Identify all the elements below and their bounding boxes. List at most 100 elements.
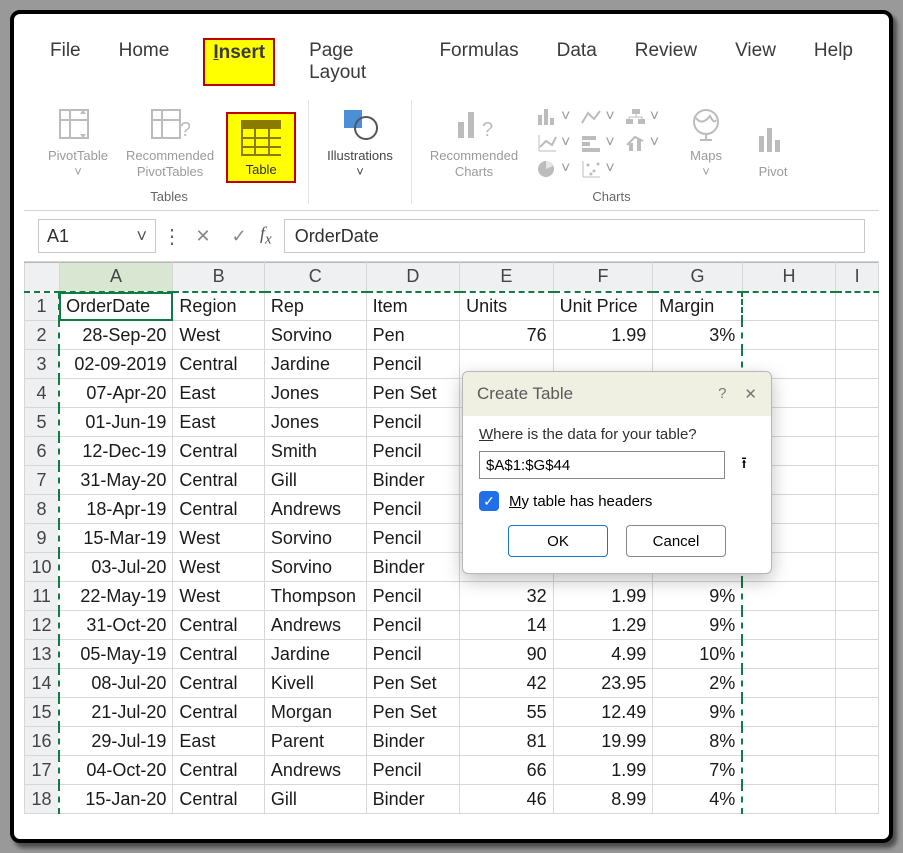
cell[interactable] xyxy=(836,495,879,524)
cell[interactable]: 08-Jul-20 xyxy=(59,669,173,698)
cell[interactable] xyxy=(836,350,879,379)
cell[interactable]: East xyxy=(173,379,265,408)
cell[interactable]: 81 xyxy=(460,727,554,756)
cell[interactable]: Jones xyxy=(264,408,366,437)
row-header[interactable]: 17 xyxy=(25,756,60,785)
cell[interactable] xyxy=(742,698,836,727)
tab-file[interactable]: File xyxy=(46,38,85,86)
cell[interactable]: 01-Jun-19 xyxy=(59,408,173,437)
tab-review[interactable]: Review xyxy=(631,38,701,86)
cell[interactable]: Binder xyxy=(366,553,460,582)
cell[interactable] xyxy=(742,640,836,669)
scatter-chart-button[interactable]: ˅ xyxy=(536,133,570,153)
cell[interactable]: Pencil xyxy=(366,611,460,640)
cell[interactable]: Central xyxy=(173,698,265,727)
tab-help[interactable]: Help xyxy=(810,38,857,86)
cell[interactable]: Andrews xyxy=(264,495,366,524)
col-header-D[interactable]: D xyxy=(366,263,460,292)
row-header[interactable]: 12 xyxy=(25,611,60,640)
cell[interactable]: Jardine xyxy=(264,640,366,669)
cell[interactable]: 15-Jan-20 xyxy=(59,785,173,814)
cell[interactable] xyxy=(836,379,879,408)
col-header-C[interactable]: C xyxy=(264,263,366,292)
cell[interactable]: 76 xyxy=(460,321,554,350)
cell[interactable]: 15-Mar-19 xyxy=(59,524,173,553)
cell[interactable]: Sorvino xyxy=(264,524,366,553)
cell[interactable]: East xyxy=(173,408,265,437)
cell[interactable]: 31-May-20 xyxy=(59,466,173,495)
collapse-dialog-icon[interactable]: ⭱ xyxy=(733,452,755,479)
col-header-I[interactable]: I xyxy=(836,263,879,292)
cell[interactable]: Central xyxy=(173,669,265,698)
illustrations-button[interactable]: Illustrations ˅ xyxy=(321,100,399,183)
cell[interactable] xyxy=(836,669,879,698)
cell[interactable] xyxy=(742,321,836,350)
fx-icon[interactable]: fx xyxy=(260,223,272,249)
table-row[interactable]: 1704-Oct-20CentralAndrewsPencil661.997% xyxy=(25,756,879,785)
cell[interactable] xyxy=(836,466,879,495)
table-row[interactable]: 1231-Oct-20CentralAndrewsPencil141.299% xyxy=(25,611,879,640)
bar-chart-button[interactable]: ˅ xyxy=(580,133,614,153)
col-header-E[interactable]: E xyxy=(460,263,554,292)
header-cell[interactable]: Item xyxy=(366,292,460,321)
table-range-input[interactable] xyxy=(479,451,725,479)
header-cell[interactable]: OrderDate xyxy=(59,292,173,321)
cell[interactable]: 14 xyxy=(460,611,554,640)
row-header[interactable]: 16 xyxy=(25,727,60,756)
column-chart-button[interactable]: ˅ xyxy=(536,107,570,127)
cell[interactable]: 3% xyxy=(653,321,742,350)
cell[interactable]: 8% xyxy=(653,727,742,756)
cell[interactable]: Jones xyxy=(264,379,366,408)
col-header-F[interactable]: F xyxy=(553,263,653,292)
cell[interactable]: 29-Jul-19 xyxy=(59,727,173,756)
cell[interactable]: Pencil xyxy=(366,408,460,437)
tab-formulas[interactable]: Formulas xyxy=(435,38,522,86)
cell[interactable]: Pen Set xyxy=(366,379,460,408)
ok-button[interactable]: OK xyxy=(508,525,608,557)
cell[interactable]: West xyxy=(173,582,265,611)
cell[interactable]: 7% xyxy=(653,756,742,785)
row-header[interactable]: 11 xyxy=(25,582,60,611)
row-header[interactable]: 8 xyxy=(25,495,60,524)
cell[interactable]: 12-Dec-19 xyxy=(59,437,173,466)
cell[interactable]: Central xyxy=(173,350,265,379)
name-box[interactable]: A1 ˅ xyxy=(38,219,156,253)
cell[interactable]: Pen Set xyxy=(366,669,460,698)
cell[interactable]: Pencil xyxy=(366,640,460,669)
table-button[interactable]: Table xyxy=(226,112,296,184)
header-cell[interactable]: Units xyxy=(460,292,554,321)
col-header-G[interactable]: G xyxy=(653,263,742,292)
cell[interactable]: 07-Apr-20 xyxy=(59,379,173,408)
table-row[interactable]: 228-Sep-20WestSorvinoPen761.993% xyxy=(25,321,879,350)
cell[interactable]: 18-Apr-19 xyxy=(59,495,173,524)
row-header[interactable]: 2 xyxy=(25,321,60,350)
cell[interactable]: 1.99 xyxy=(553,756,653,785)
cell[interactable]: 9% xyxy=(653,582,742,611)
cell[interactable] xyxy=(836,785,879,814)
header-cell[interactable]: Rep xyxy=(264,292,366,321)
cell[interactable] xyxy=(836,321,879,350)
cell[interactable]: Gill xyxy=(264,785,366,814)
cell[interactable]: Jardine xyxy=(264,350,366,379)
cell[interactable]: 1.29 xyxy=(553,611,653,640)
cell[interactable] xyxy=(836,727,879,756)
cell[interactable]: 03-Jul-20 xyxy=(59,553,173,582)
close-icon[interactable]: ✕ xyxy=(744,385,757,403)
pie-chart-button[interactable]: ˅ xyxy=(536,159,570,179)
cell[interactable]: 66 xyxy=(460,756,554,785)
cell[interactable]: Parent xyxy=(264,727,366,756)
table-row[interactable]: 1408-Jul-20CentralKivellPen Set4223.952% xyxy=(25,669,879,698)
tab-home[interactable]: Home xyxy=(115,38,174,86)
cell[interactable]: 55 xyxy=(460,698,554,727)
table-row[interactable]: 1521-Jul-20CentralMorganPen Set5512.499% xyxy=(25,698,879,727)
cell[interactable]: Central xyxy=(173,495,265,524)
cell[interactable] xyxy=(836,756,879,785)
row-header[interactable]: 7 xyxy=(25,466,60,495)
hierarchy-chart-button[interactable]: ˅ xyxy=(625,107,659,127)
cell[interactable]: Binder xyxy=(366,466,460,495)
cell[interactable]: Kivell xyxy=(264,669,366,698)
cell[interactable]: Central xyxy=(173,756,265,785)
cell[interactable]: Central xyxy=(173,785,265,814)
cell[interactable]: Andrews xyxy=(264,756,366,785)
cell[interactable]: 8.99 xyxy=(553,785,653,814)
